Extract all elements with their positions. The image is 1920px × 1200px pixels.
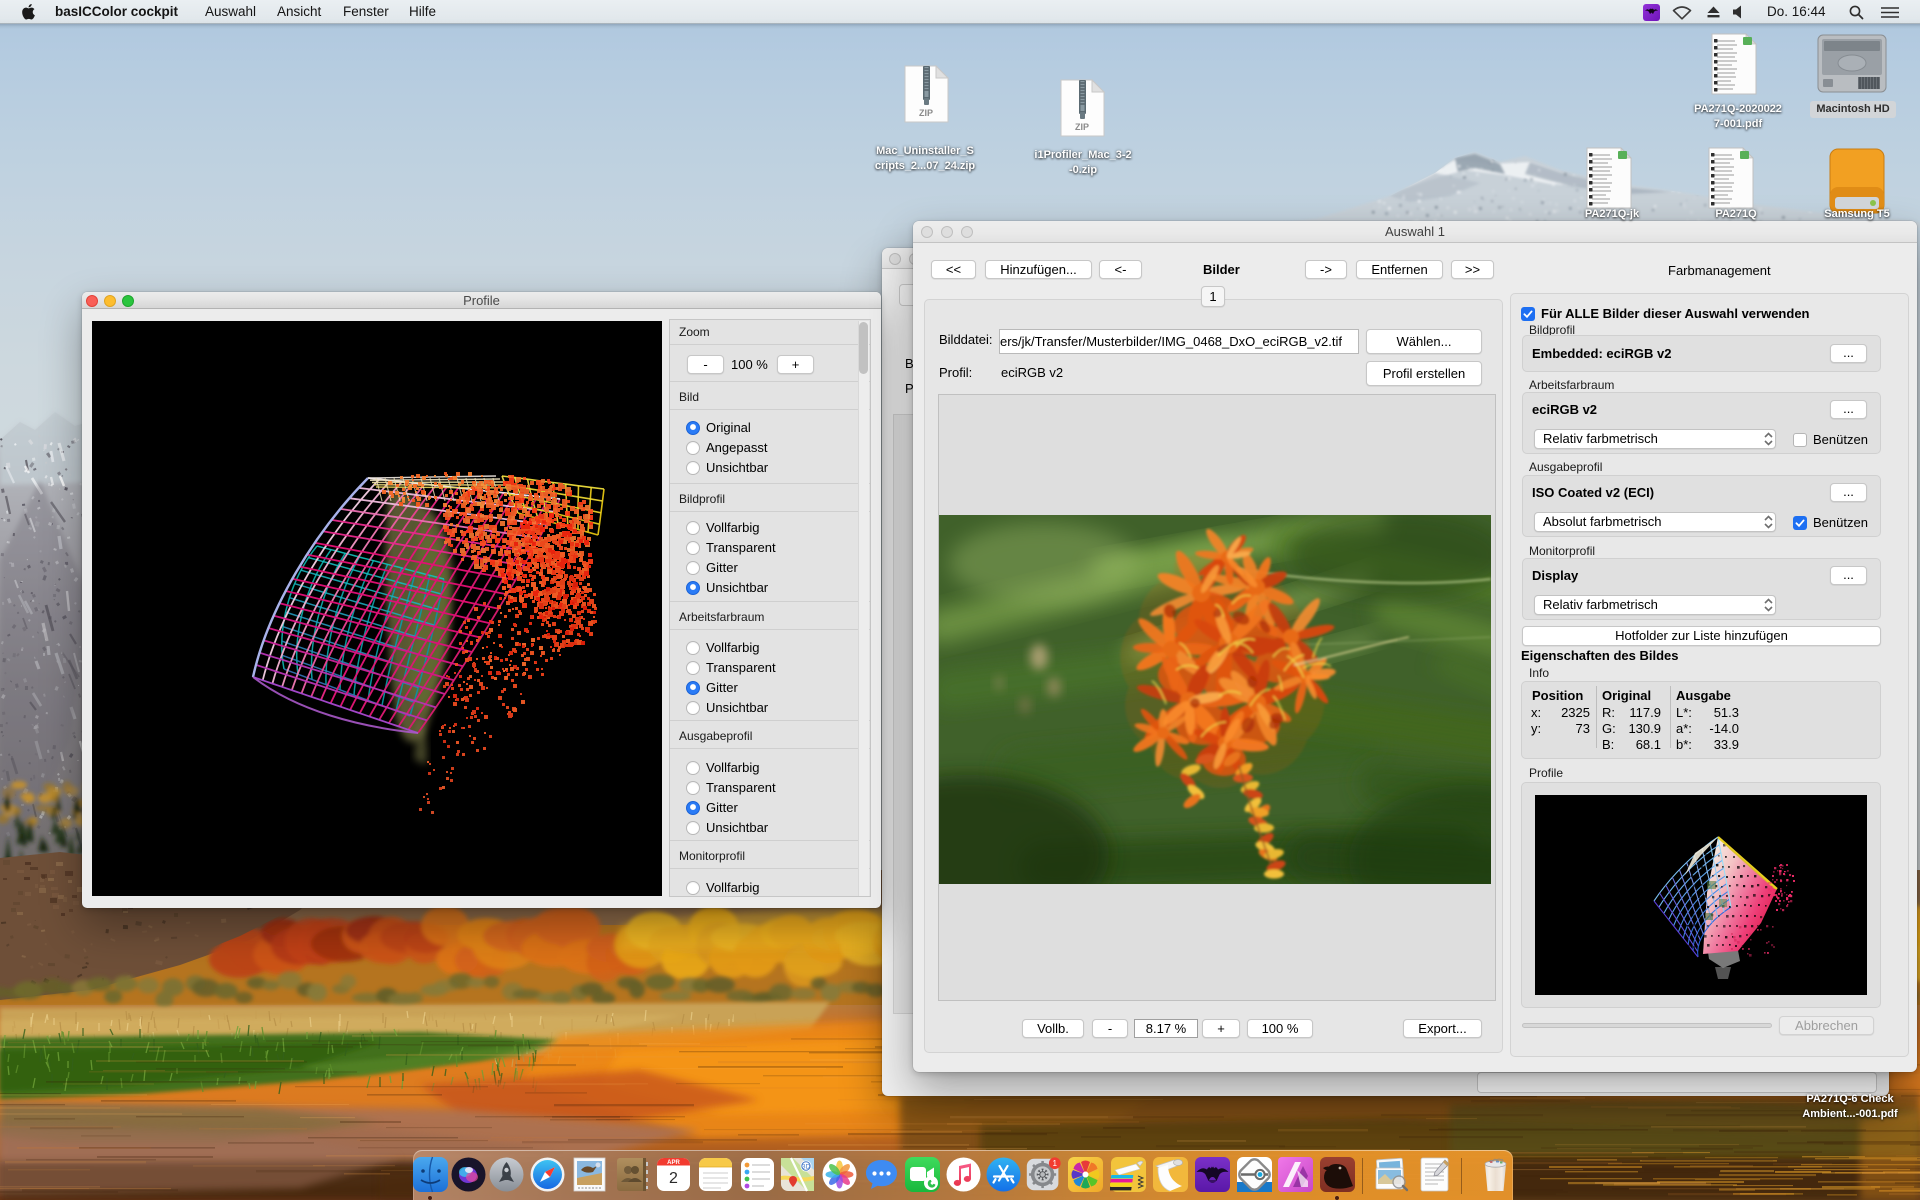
svg-text:1: 1: [1053, 1159, 1058, 1168]
svg-text:3D: 3D: [802, 1164, 811, 1171]
svg-text:2: 2: [669, 1170, 678, 1187]
svg-text:ZIP: ZIP: [919, 108, 933, 118]
svg-text:APR: APR: [667, 1160, 680, 1166]
svg-text:ZIP: ZIP: [1075, 122, 1089, 132]
